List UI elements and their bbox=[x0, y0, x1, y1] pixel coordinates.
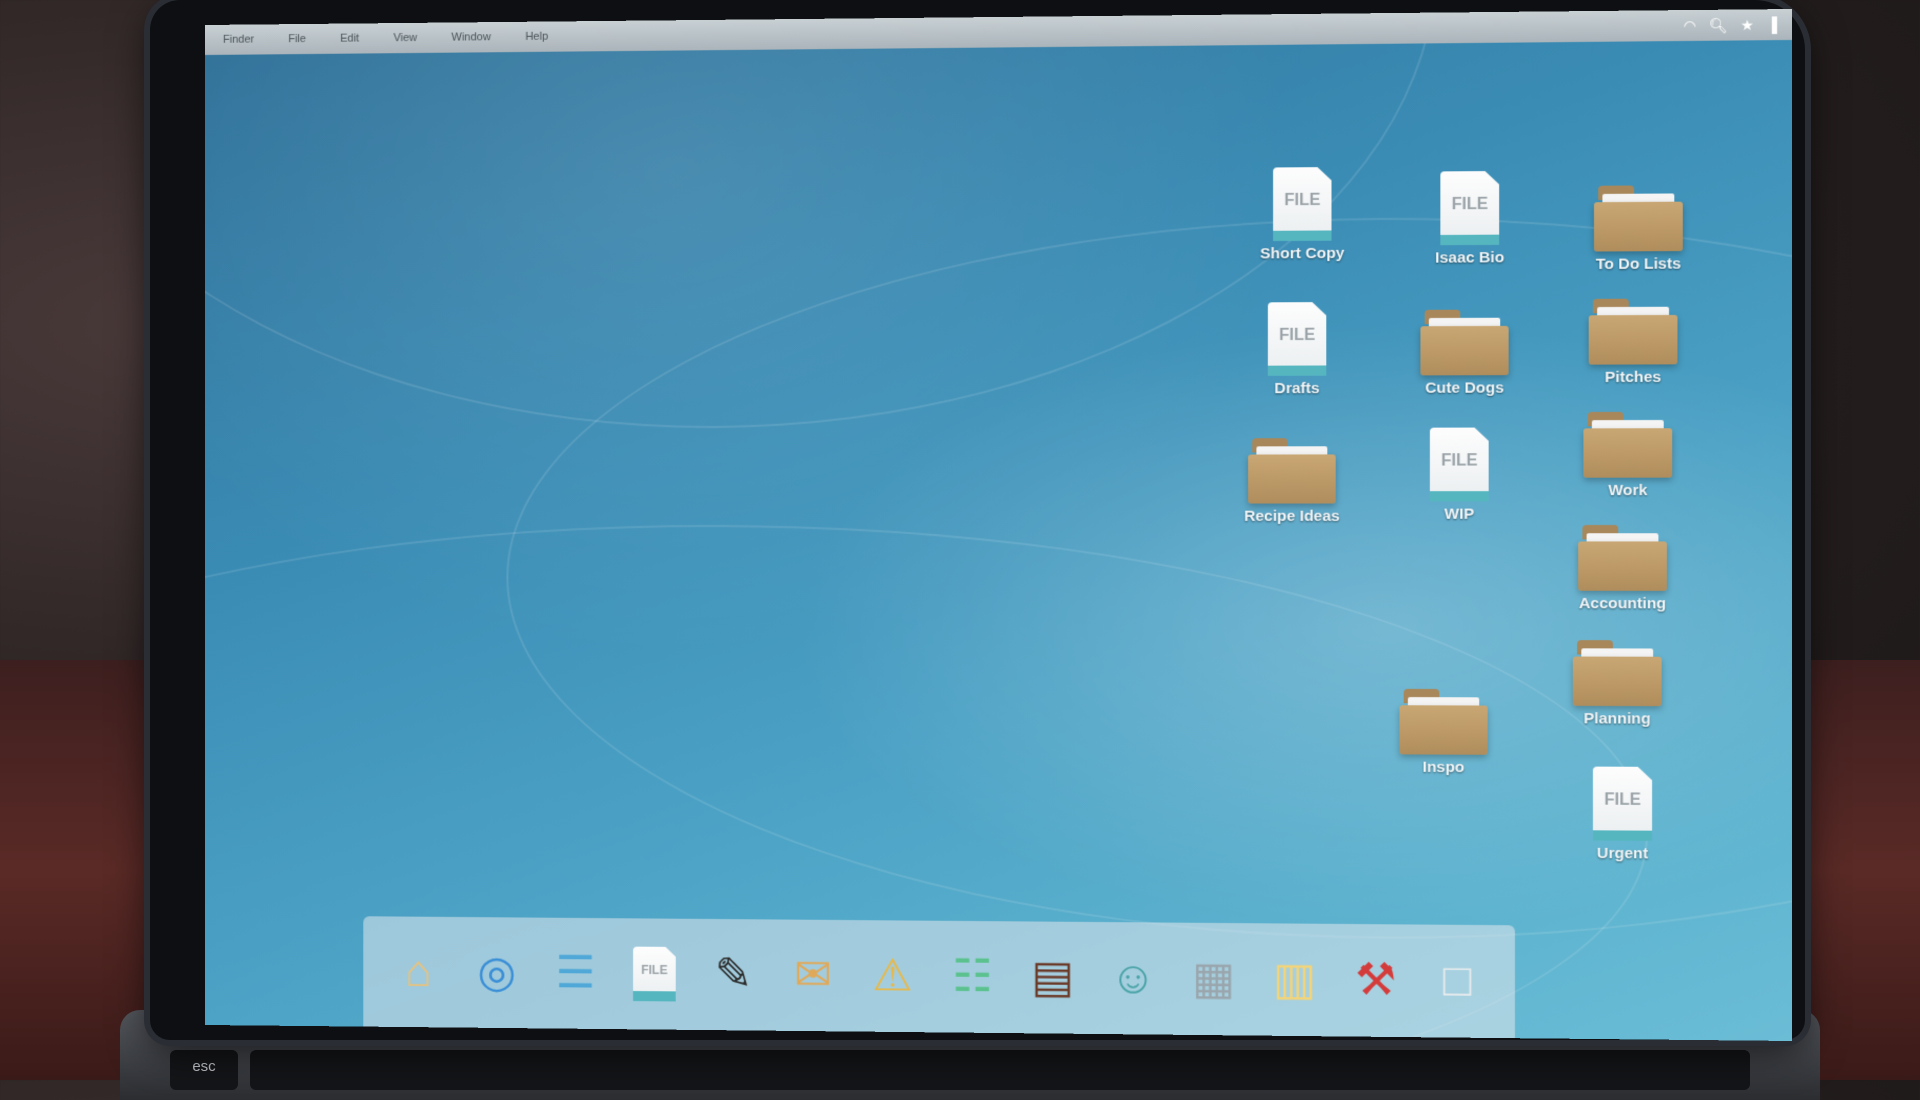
icon-label: Cute Dogs bbox=[1402, 379, 1528, 397]
folder-icon bbox=[1399, 689, 1487, 755]
calculator-icon[interactable]: ▦ bbox=[1181, 947, 1245, 1011]
desktop-file-isaac-bio[interactable]: FILE Isaac Bio bbox=[1407, 171, 1533, 267]
icon-label: Accounting bbox=[1559, 595, 1686, 613]
icon-label: Urgent bbox=[1559, 844, 1686, 862]
icon-label: Isaac Bio bbox=[1407, 249, 1533, 267]
search-icon[interactable]: 🔍︎ bbox=[1709, 16, 1728, 34]
menu-finder[interactable]: Finder bbox=[223, 34, 254, 46]
desktop-folder-recipe-ideas[interactable]: Recipe Ideas bbox=[1229, 438, 1354, 525]
wifi-icon[interactable]: ◠ bbox=[1683, 17, 1696, 35]
desktop-file-urgent[interactable]: FILE Urgent bbox=[1559, 766, 1686, 862]
folder-icon bbox=[1578, 525, 1667, 591]
pen-pencil-icon[interactable]: ✎ bbox=[702, 943, 765, 1006]
desktop-folder-to-do-lists[interactable]: To Do Lists bbox=[1575, 185, 1702, 273]
dock-file-doc: FILE bbox=[633, 947, 676, 1002]
folder-icon bbox=[1583, 412, 1672, 478]
desktop-file-short-copy[interactable]: FILE Short Copy bbox=[1240, 167, 1365, 263]
document-icon[interactable]: ☰ bbox=[544, 942, 607, 1005]
function-row bbox=[250, 1050, 1750, 1090]
status-area: ◠ 🔍︎ ★ ▐ bbox=[1683, 9, 1777, 41]
menu-view[interactable]: View bbox=[393, 32, 417, 44]
notebook-icon[interactable]: ▤ bbox=[1021, 946, 1085, 1010]
folder-icon bbox=[1589, 298, 1678, 364]
file-icon: FILE bbox=[1273, 167, 1331, 241]
file-icon[interactable]: FILE bbox=[623, 942, 686, 1005]
tools-icon[interactable]: ⚒ bbox=[1343, 948, 1408, 1012]
desktop-folder-cute-dogs[interactable]: Cute Dogs bbox=[1402, 309, 1528, 397]
file-icon: FILE bbox=[1268, 302, 1326, 376]
desktop-file-drafts[interactable]: FILE Drafts bbox=[1235, 302, 1360, 397]
icon-label: Drafts bbox=[1235, 380, 1360, 398]
desktop-file-wip[interactable]: FILE WIP bbox=[1396, 427, 1522, 522]
folder-icon bbox=[1573, 640, 1662, 706]
icon-label: Planning bbox=[1554, 710, 1681, 728]
trash-icon[interactable]: □ bbox=[1425, 949, 1490, 1013]
folder-icon bbox=[1594, 185, 1683, 251]
folder-icon bbox=[1248, 438, 1336, 503]
folder-icon bbox=[1420, 309, 1508, 375]
file-icon: FILE bbox=[1430, 428, 1489, 502]
icon-label: Work bbox=[1564, 482, 1691, 500]
mail-icon[interactable]: ✉ bbox=[781, 944, 844, 1007]
desktop-folder-planning[interactable]: Planning bbox=[1554, 640, 1681, 728]
globe-icon[interactable]: ◎ bbox=[466, 941, 529, 1004]
star-icon[interactable]: ★ bbox=[1741, 16, 1754, 34]
dock: ⌂ ◎ ☰ FILE ✎ ✉ ⚠ ☷ ▤ ☺ ▦ ▥ ⚒ □ bbox=[363, 916, 1515, 1038]
esc-key: esc bbox=[170, 1050, 238, 1090]
menu-edit[interactable]: Edit bbox=[340, 32, 359, 44]
file-icon: FILE bbox=[1440, 171, 1499, 245]
contacts-icon[interactable]: ☺ bbox=[1101, 946, 1165, 1010]
icon-label: Short Copy bbox=[1240, 245, 1365, 263]
desktop-folder-pitches[interactable]: Pitches bbox=[1570, 298, 1697, 386]
icon-label: WIP bbox=[1396, 505, 1522, 522]
chat-icon[interactable]: ☷ bbox=[941, 945, 1005, 1009]
menu-help[interactable]: Help bbox=[525, 31, 548, 43]
icon-label: To Do Lists bbox=[1575, 255, 1702, 273]
icon-label: Pitches bbox=[1570, 368, 1697, 386]
shield-alert-icon[interactable]: ⚠ bbox=[861, 944, 925, 1007]
notepad-icon[interactable]: ▥ bbox=[1262, 948, 1327, 1012]
signal-icon[interactable]: ▐ bbox=[1767, 16, 1778, 33]
desktop-folder-accounting[interactable]: Accounting bbox=[1559, 525, 1686, 613]
menu-file[interactable]: File bbox=[288, 33, 306, 45]
icon-label: Inspo bbox=[1381, 758, 1507, 776]
desktop-folder-work[interactable]: Work bbox=[1564, 412, 1691, 500]
menu-window[interactable]: Window bbox=[451, 31, 490, 43]
file-icon: FILE bbox=[1593, 767, 1652, 841]
desktop-screen: Finder File Edit View Window Help ◠ 🔍︎ ★… bbox=[205, 9, 1792, 1041]
desktop-folder-inspo[interactable]: Inspo bbox=[1381, 689, 1507, 777]
icon-label: Recipe Ideas bbox=[1229, 508, 1354, 525]
home-icon[interactable]: ⌂ bbox=[387, 941, 449, 1004]
